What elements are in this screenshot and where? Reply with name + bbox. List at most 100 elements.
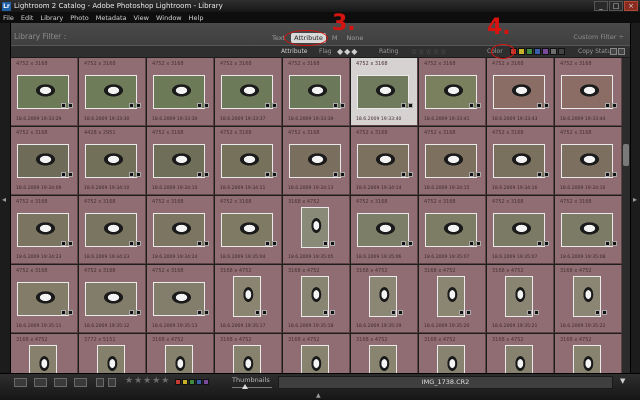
develop-badge-icon[interactable]: [272, 172, 277, 177]
develop-badge-icon[interactable]: [612, 103, 617, 108]
close-button[interactable]: ×: [624, 1, 638, 11]
metadata-badge-icon[interactable]: [469, 241, 474, 246]
develop-badge-icon[interactable]: [330, 241, 335, 246]
develop-badge-icon[interactable]: [340, 103, 345, 108]
grid-view-icon[interactable]: [14, 378, 27, 387]
custom-color-swatch[interactable]: [550, 48, 557, 55]
metadata-badge-icon[interactable]: [129, 241, 134, 246]
metadata-badge-icon[interactable]: [323, 310, 328, 315]
metadata-badge-icon[interactable]: [265, 103, 270, 108]
metadata-badge-icon[interactable]: [197, 172, 202, 177]
develop-badge-icon[interactable]: [612, 241, 617, 246]
photo-thumbnail-cell[interactable]: 3168 x 4752: [487, 334, 554, 373]
menu-edit[interactable]: Edit: [21, 14, 34, 22]
develop-badge-icon[interactable]: [408, 241, 413, 246]
photo-thumbnail-cell[interactable]: 4752 x 3168 18.6.2009 19:34:11: [215, 127, 282, 195]
photo-thumbnail-cell[interactable]: 4752 x 3168 18.6.2009 19:35:07: [487, 196, 554, 264]
photo-thumbnail-cell[interactable]: 4752 x 3168 18.6.2009 19:35:11: [11, 265, 78, 333]
develop-badge-icon[interactable]: [602, 310, 607, 315]
metadata-badge-icon[interactable]: [469, 103, 474, 108]
menu-metadata[interactable]: Metadata: [96, 14, 127, 22]
develop-badge-icon[interactable]: [204, 103, 209, 108]
develop-badge-icon[interactable]: [476, 103, 481, 108]
photo-thumbnail-cell[interactable]: 4428 x 2951 18.6.2009 19:34:10: [79, 127, 146, 195]
photo-thumbnail-cell[interactable]: 3168 x 4752 18.6.2009 19:35:19: [351, 265, 418, 333]
develop-badge-icon[interactable]: [544, 172, 549, 177]
toolbar-rating-stars[interactable]: ★★★★★: [125, 376, 170, 386]
toolbar-yellow-swatch[interactable]: [182, 379, 188, 385]
photo-thumbnail-cell[interactable]: 4752 x 3168 18.6.2009 19:35:08: [555, 196, 622, 264]
metadata-badge-icon[interactable]: [265, 241, 270, 246]
metadata-badge-icon[interactable]: [197, 310, 202, 315]
photo-thumbnail-cell[interactable]: 3168 x 4752 18.6.2009 19:35:22: [555, 265, 622, 333]
develop-badge-icon[interactable]: [408, 172, 413, 177]
photo-thumbnail-cell[interactable]: 3168 x 4752 18.6.2009 19:35:20: [419, 265, 486, 333]
develop-badge-icon[interactable]: [136, 241, 141, 246]
develop-badge-icon[interactable]: [612, 172, 617, 177]
puffin-photo-thumbnail[interactable]: [165, 345, 193, 373]
metadata-badge-icon[interactable]: [401, 241, 406, 246]
custom-filter-dropdown[interactable]: Custom Filter ÷: [573, 33, 624, 41]
photo-thumbnail-cell[interactable]: 4752 x 3168 18.6.2009 19:35:04: [215, 196, 282, 264]
develop-badge-icon[interactable]: [408, 103, 413, 108]
metadata-badge-icon[interactable]: [401, 103, 406, 108]
photo-thumbnail-cell[interactable]: 3168 x 4752 18.6.2009 19:35:21: [487, 265, 554, 333]
develop-badge-icon[interactable]: [204, 172, 209, 177]
metadata-badge-icon[interactable]: [61, 172, 66, 177]
photo-thumbnail-cell[interactable]: 4752 x 3168 18.6.2009 19:33:40: [351, 58, 418, 126]
thumbnail-size-slider[interactable]: [232, 387, 272, 388]
menu-file[interactable]: File: [3, 14, 14, 22]
metadata-badge-icon[interactable]: [265, 172, 270, 177]
develop-badge-icon[interactable]: [262, 310, 267, 315]
puffin-photo-thumbnail[interactable]: [29, 345, 57, 373]
menu-window[interactable]: Window: [156, 14, 182, 22]
metadata-badge-icon[interactable]: [605, 172, 610, 177]
photo-thumbnail-cell[interactable]: 4752 x 3168 18.6.2009 19:34:23: [11, 196, 78, 264]
photo-thumbnail-cell[interactable]: 4752 x 3168 18.6.2009 19:33:30: [79, 58, 146, 126]
photo-thumbnail-cell[interactable]: 3168 x 4752: [283, 334, 350, 373]
photo-thumbnail-cell[interactable]: 4752 x 3168 18.6.2009 19:33:41: [419, 58, 486, 126]
photo-thumbnail-cell[interactable]: 4752 x 3168 18.6.2009 19:34:15: [419, 127, 486, 195]
metadata-badge-icon[interactable]: [605, 241, 610, 246]
photo-thumbnail-cell[interactable]: 4752 x 3168 18.6.2009 19:33:30: [147, 58, 214, 126]
maximize-button[interactable]: □: [609, 1, 623, 11]
develop-badge-icon[interactable]: [330, 310, 335, 315]
develop-badge-icon[interactable]: [544, 103, 549, 108]
photo-thumbnail-cell[interactable]: 4752 x 3168 18.6.2009 19:34:23: [79, 196, 146, 264]
minimize-button[interactable]: _: [594, 1, 608, 11]
develop-badge-icon[interactable]: [136, 103, 141, 108]
develop-badge-icon[interactable]: [68, 103, 73, 108]
metadata-badge-icon[interactable]: [323, 241, 328, 246]
photo-thumbnail-cell[interactable]: 4752 x 3168 18.6.2009 19:34:16: [487, 127, 554, 195]
photo-thumbnail-cell[interactable]: 3168 x 4752 18.6.2009 19:35:18: [283, 265, 350, 333]
toolbar-green-swatch[interactable]: [189, 379, 195, 385]
loupe-view-icon[interactable]: [34, 378, 47, 387]
metadata-badge-icon[interactable]: [401, 172, 406, 177]
photo-thumbnail-cell[interactable]: 3772 x 5151: [79, 334, 146, 373]
filmstrip-toggle-arrow-icon[interactable]: ▲: [316, 392, 321, 399]
toolbar-blue-swatch[interactable]: [196, 379, 202, 385]
compare-view-icon[interactable]: [54, 378, 67, 387]
scrollbar-thumb[interactable]: [623, 144, 629, 166]
develop-badge-icon[interactable]: [68, 241, 73, 246]
puffin-photo-thumbnail[interactable]: [573, 345, 601, 373]
metadata-badge-icon[interactable]: [527, 310, 532, 315]
yellow-color-swatch[interactable]: [518, 48, 525, 55]
menu-help[interactable]: Help: [189, 14, 204, 22]
photo-thumbnail-cell[interactable]: 3168 x 4752: [351, 334, 418, 373]
metadata-badge-icon[interactable]: [129, 310, 134, 315]
develop-badge-icon[interactable]: [476, 241, 481, 246]
photo-thumbnail-cell[interactable]: 4752 x 3168 18.6.2009 19:34:24: [147, 196, 214, 264]
photo-thumbnail-cell[interactable]: 3168 x 4752: [11, 334, 78, 373]
metadata-badge-icon[interactable]: [61, 310, 66, 315]
menu-library[interactable]: Library: [40, 14, 63, 22]
develop-badge-icon[interactable]: [68, 310, 73, 315]
puffin-photo-thumbnail[interactable]: [97, 345, 125, 373]
no-color-swatch[interactable]: [558, 48, 565, 55]
thumbnail-size-slider-knob[interactable]: [242, 384, 248, 389]
develop-badge-icon[interactable]: [272, 103, 277, 108]
photo-thumbnail-cell[interactable]: 3168 x 4752: [555, 334, 622, 373]
metadata-badge-icon[interactable]: [129, 103, 134, 108]
metadata-badge-icon[interactable]: [469, 172, 474, 177]
copy-status-master-icon[interactable]: [610, 48, 617, 55]
